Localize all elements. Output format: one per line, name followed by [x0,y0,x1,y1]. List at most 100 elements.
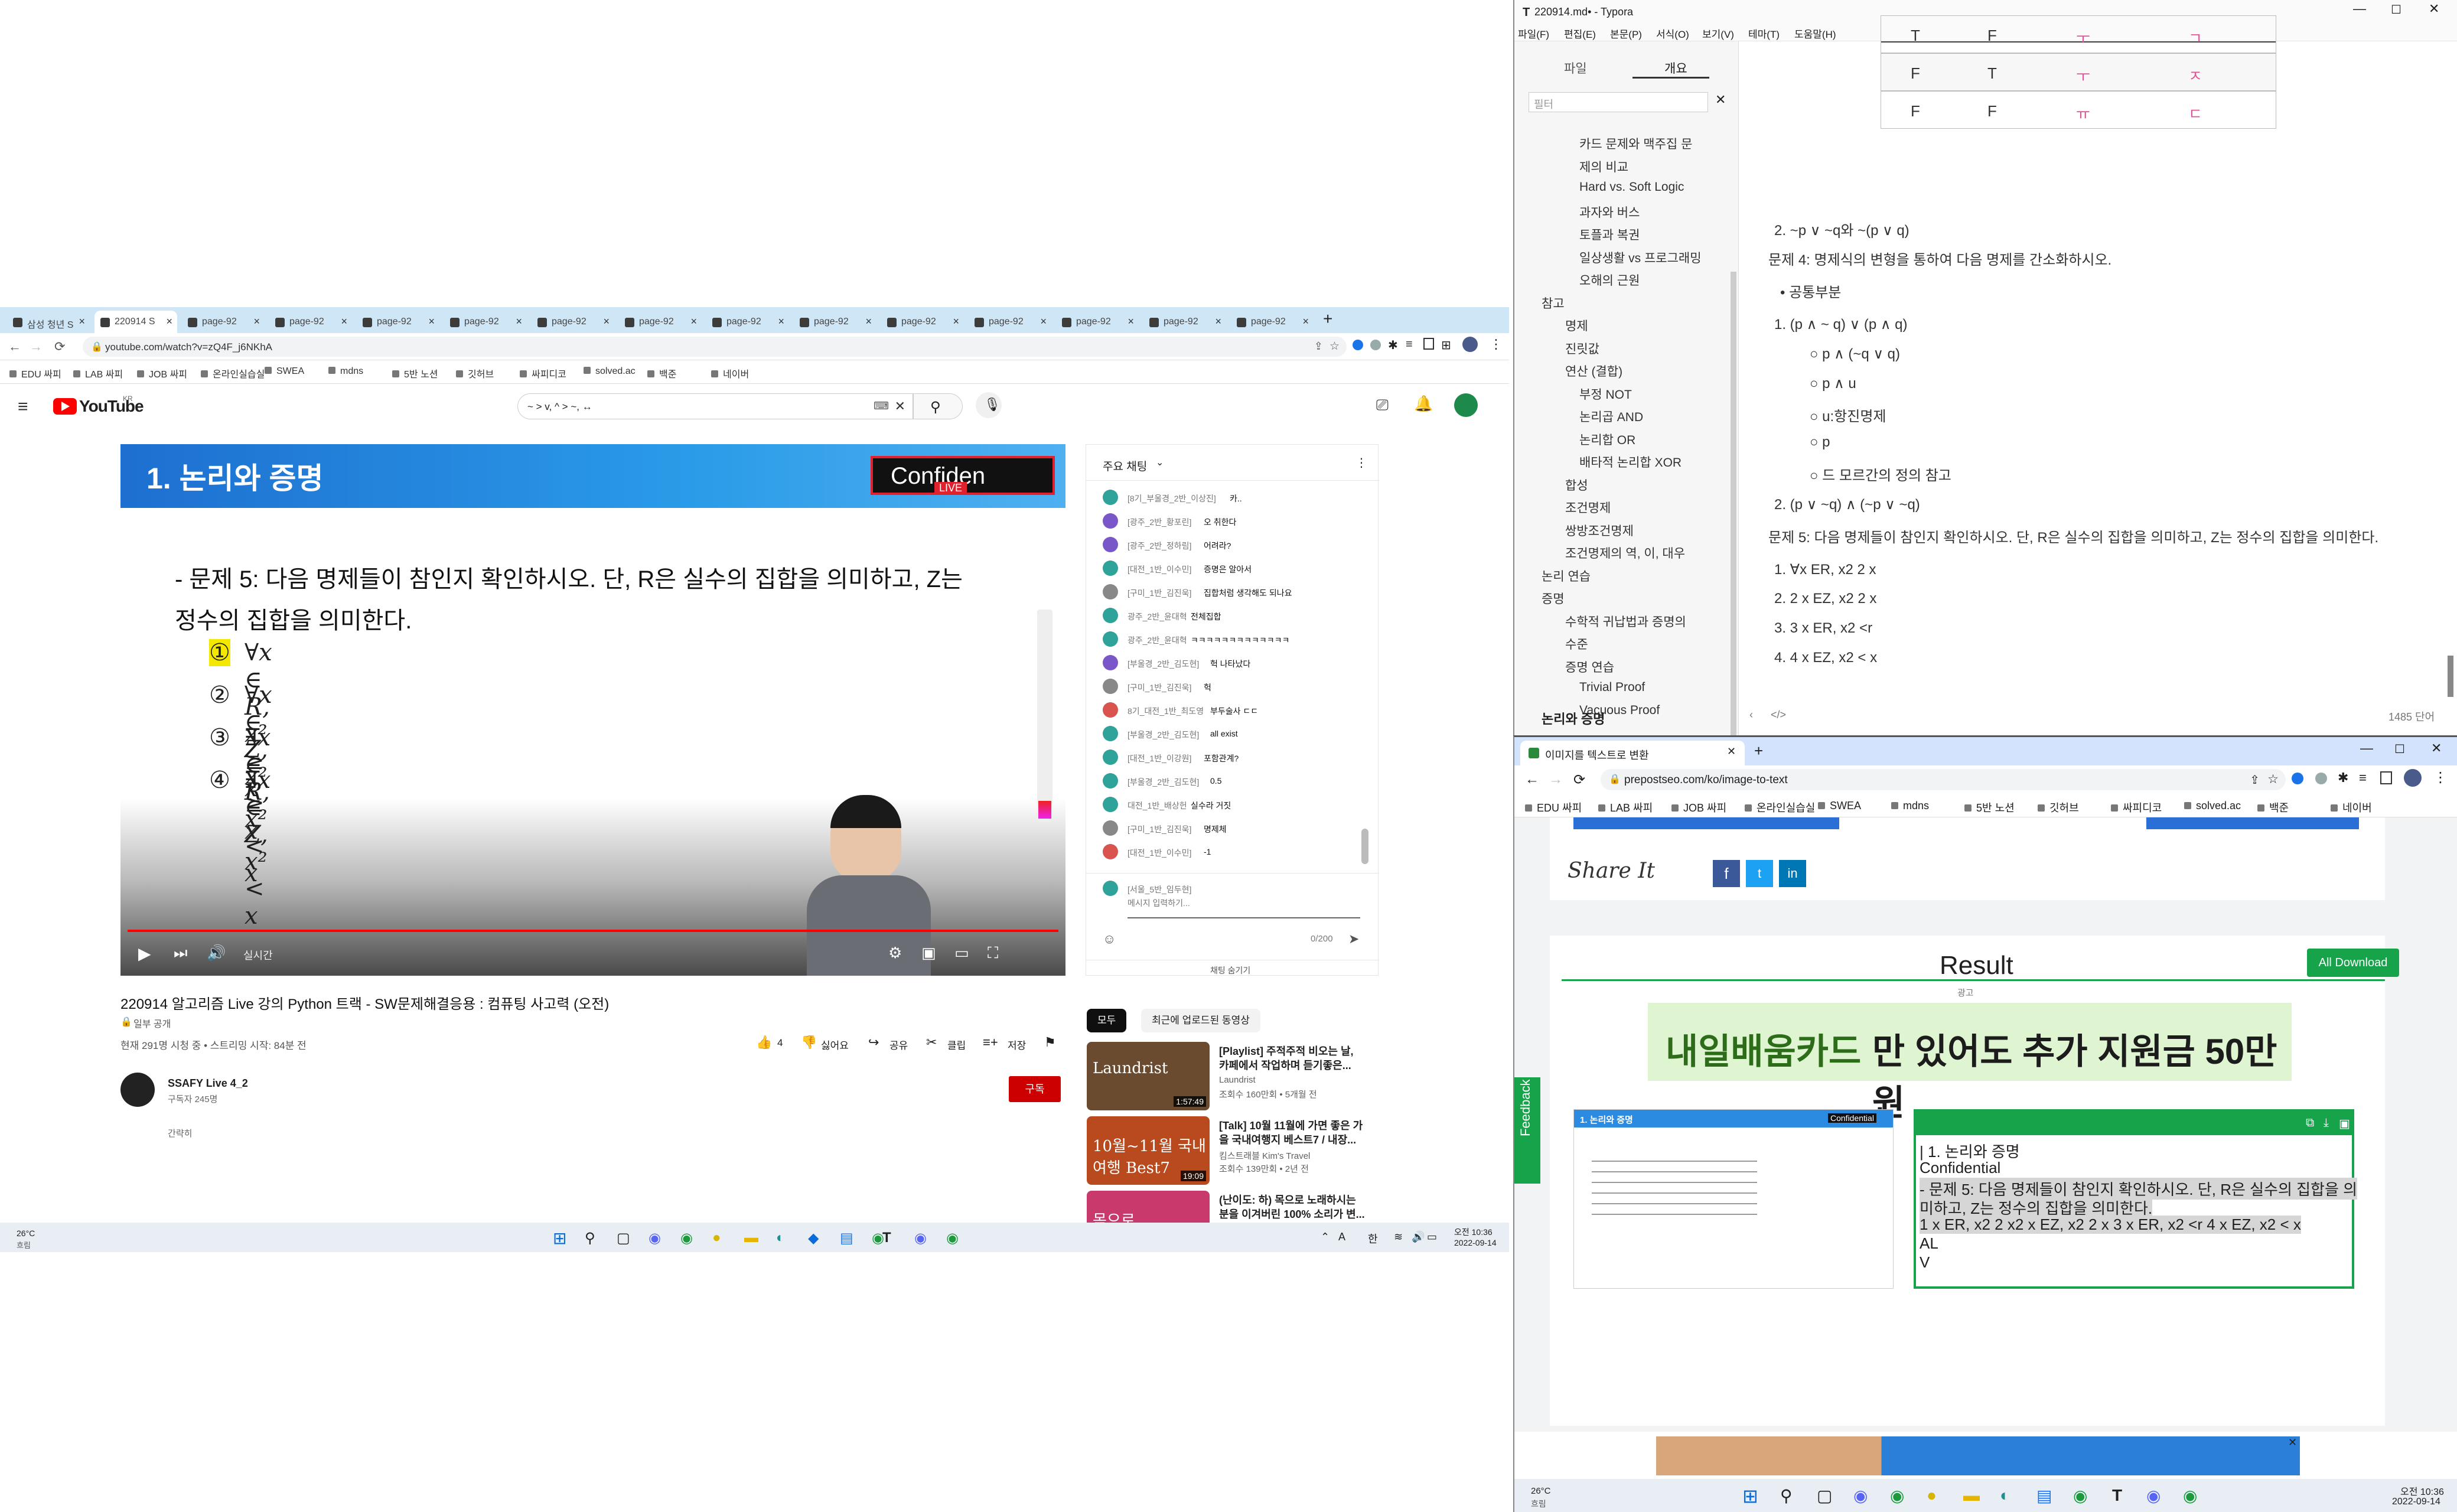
vscode-icon[interactable]: ◆ [808,1230,819,1247]
close-tab-icon[interactable]: × [690,315,697,328]
filter-chip[interactable]: 최근에 업로드된 동영상 [1141,1009,1260,1032]
outline-item[interactable]: 연산 (결합) [1565,362,1622,380]
back-icon[interactable]: ← [8,339,21,354]
close-tab-icon[interactable]: × [1302,315,1309,328]
discord-icon[interactable]: ◉ [914,1230,927,1247]
bookmark-item[interactable]: 백준 [647,366,676,380]
profile-avatar[interactable] [1462,337,1478,352]
language-indicator[interactable]: A [1338,1231,1345,1243]
folder-icon[interactable]: ▬ [1963,1486,1980,1505]
close-tab-icon[interactable]: × [778,315,784,328]
close-tab-icon[interactable]: × [1128,315,1134,328]
recommendation-channel[interactable]: Laundrist [1219,1075,1256,1085]
bookmark-item[interactable]: 백준 [2257,800,2289,815]
bookmark-item[interactable]: JOB 싸피 [1671,800,1726,815]
filter-input[interactable]: 필터 [1529,92,1708,112]
tab-item[interactable]: page-92 × [1143,311,1226,333]
close-tab-icon[interactable]: × [428,315,435,328]
keyboard-icon[interactable]: ⌨ [874,400,889,412]
close-tab-icon[interactable]: × [253,315,260,328]
close-tab-icon[interactable]: ✕ [1727,745,1736,758]
tab-item[interactable]: page-92 × [794,311,876,333]
outline-item[interactable]: Hard vs. Soft Logic [1579,180,1684,194]
profile-avatar[interactable] [2404,769,2422,787]
chat-app-icon[interactable]: ◉ [1853,1486,1868,1506]
outline-item[interactable]: 논리곱 AND [1579,408,1643,425]
taskview-icon[interactable]: ▢ [1817,1486,1832,1506]
search-icon[interactable]: ⚲ [585,1230,595,1247]
bookmark-item[interactable]: solved.ac [584,366,636,377]
flag-icon[interactable]: ⚑ [1044,1035,1056,1050]
back-icon[interactable]: ← [1525,771,1539,788]
menu-icon[interactable]: ⋮ [1490,337,1503,352]
chrome-icon[interactable]: ◉ [946,1230,959,1247]
minimize-icon[interactable]: — [2353,1,2366,17]
typora-icon[interactable]: T [882,1230,891,1246]
share-label[interactable]: 공유 [889,1037,908,1052]
filter-chip[interactable]: 모두 [1087,1009,1127,1032]
outline-item[interactable]: 수학적 귀납법과 증명의 [1565,612,1686,630]
subscribe-button[interactable]: 구독 [1009,1076,1061,1102]
discord-icon[interactable]: ◉ [2146,1486,2161,1506]
close-tab-icon[interactable]: × [166,315,172,328]
maximize-icon[interactable]: ☐ [2391,2,2401,17]
forward-icon[interactable]: → [1549,771,1563,788]
bookmark-item[interactable]: LAB 싸피 [1598,800,1653,815]
pen-toolbar[interactable] [1037,610,1052,822]
chrome-icon[interactable]: ◉ [680,1230,693,1247]
folder-icon[interactable]: ▬ [744,1230,758,1246]
share-icon[interactable]: ⇪ [2250,773,2260,787]
recommendation-title[interactable]: 을 국내여행지 베스트7 / 내장... [1219,1132,1356,1147]
video-thumbnail[interactable]: Laundrist 1:57:49 [1087,1042,1210,1110]
extension-icon[interactable] [1370,340,1381,350]
color-swatch[interactable] [1038,801,1051,819]
theater-icon[interactable]: ▭ [954,944,969,962]
bookmark-item[interactable]: 온라인실습실 [1745,800,1815,815]
tab-search-icon[interactable]: ⊞ [1441,338,1451,353]
chat-app-icon[interactable]: ◉ [649,1230,661,1247]
download-icon[interactable]: ⤓ [2324,1116,2329,1130]
bookmark-item[interactable]: LAB 싸피 [73,366,123,380]
tab-item[interactable]: page-92 × [1231,311,1314,333]
tab-item[interactable]: page-92 × [444,311,527,333]
wifi-icon[interactable]: ≋ [1394,1231,1403,1243]
save-label[interactable]: 저장 [1008,1037,1026,1052]
doc-scrollbar[interactable] [2448,656,2453,697]
create-icon[interactable]: ⎚ [1376,396,1389,415]
typora-icon[interactable]: T [2112,1486,2122,1505]
minimize-icon[interactable]: — [2360,741,2373,756]
chevron-up-icon[interactable]: ⌃ [1321,1231,1329,1243]
outline-item[interactable]: 오해의 근원 [1579,271,1640,289]
all-download-button[interactable]: All Download [2307,949,2399,977]
chat-menu-icon[interactable]: ⋮ [1355,455,1367,470]
tab-item[interactable]: page-92 × [269,311,352,333]
tab-item[interactable]: page-92 × [969,311,1051,333]
tab-item[interactable]: page-92 × [619,311,702,333]
twitter-icon[interactable]: t [1746,860,1773,887]
close-tab-icon[interactable]: × [603,315,610,328]
bookmark-item[interactable]: EDU 싸피 [9,366,61,380]
outline-item[interactable]: 일상생활 vs 프로그래밍 [1579,249,1702,266]
chat-input[interactable]: 메시지 입력하기... [1128,897,1190,909]
outline-item[interactable]: 논리합 OR [1579,431,1635,448]
tab-item[interactable]: page-92 × [881,311,964,333]
bookmark-item[interactable]: mdns [1891,800,1929,812]
clock-time[interactable]: 오전 10:36 [1454,1226,1493,1238]
clock-date[interactable]: 2022-09-14 [1454,1238,1497,1247]
sidepanel-icon[interactable] [1423,338,1434,350]
chevron-down-icon[interactable]: ⌄ [1156,457,1164,468]
outline-item[interactable]: 쌍방조건명제 [1565,522,1634,539]
send-icon[interactable]: ➤ [1348,931,1359,947]
outline-item[interactable]: 제의 비교 [1579,158,1628,175]
bookmark-item[interactable]: 네이버 [2331,800,2372,815]
tab-item[interactable]: page-92 × [357,311,439,333]
dislike-icon[interactable]: 👎 [801,1035,817,1050]
next-icon[interactable]: ⏭ [174,944,187,963]
recommendation-title[interactable]: 카페에서 작업하며 듣기좋은... [1219,1057,1351,1073]
outline-item[interactable]: 과자와 버스 [1579,203,1640,221]
chat-scrollbar[interactable] [1361,829,1368,864]
recommendation-title[interactable]: (난이도: 하) 목으로 노래하시는 [1219,1192,1356,1207]
bookmark-item[interactable]: solved.ac [2184,800,2241,812]
forward-icon[interactable]: → [30,339,43,354]
search-icon[interactable]: ⚲ [1780,1486,1793,1506]
